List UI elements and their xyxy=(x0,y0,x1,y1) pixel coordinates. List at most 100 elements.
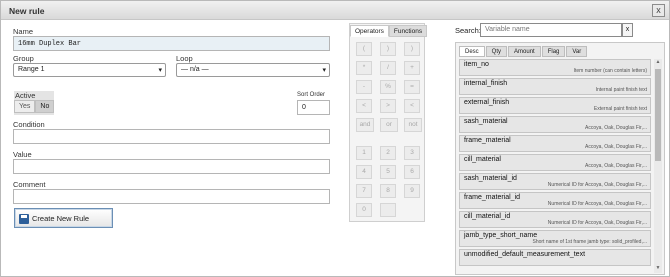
digit-button[interactable]: 8 xyxy=(380,184,396,198)
operator-button[interactable]: < xyxy=(356,99,372,113)
variable-name: frame_material xyxy=(464,137,511,144)
scroll-up-icon[interactable]: ▲ xyxy=(654,59,662,67)
variable-description: Item number (can contain letters) xyxy=(573,68,647,74)
operator-button[interactable]: > xyxy=(380,99,396,113)
digit-button[interactable] xyxy=(380,203,396,217)
search-clear-button[interactable]: x xyxy=(622,23,633,37)
operator-button[interactable]: % xyxy=(380,80,396,94)
tab-flag[interactable]: Flag xyxy=(541,46,566,57)
variable-item[interactable]: frame_material Accoya, Oak, Douglas Fir,.… xyxy=(459,135,651,152)
digit-button[interactable]: 6 xyxy=(404,165,420,179)
variable-list-scrollbar[interactable]: ▲ ▼ xyxy=(654,59,662,273)
name-field[interactable]: 16mm Duplex Bar xyxy=(13,36,330,51)
operator-button[interactable]: ( xyxy=(356,42,372,56)
variable-name: cill_material_id xyxy=(464,213,511,220)
tab-functions[interactable]: Functions xyxy=(388,25,428,37)
group-select-value: Range 1 xyxy=(18,66,45,73)
digit-button[interactable]: 9 xyxy=(404,184,420,198)
save-icon xyxy=(19,214,29,224)
scrollbar-thumb[interactable] xyxy=(655,69,661,161)
value-field[interactable] xyxy=(13,159,330,174)
active-toggle: Yes No xyxy=(14,100,55,113)
variable-description: Internal paint finish text xyxy=(595,87,647,93)
variable-description: Accoya, Oak, Douglas Fir,... xyxy=(585,163,647,169)
comment-label: Comment xyxy=(13,180,46,189)
variable-item[interactable]: cill_material_id Numerical ID for Accoya,… xyxy=(459,211,651,228)
group-label: Group xyxy=(13,54,34,63)
variable-item[interactable]: sash_material_id Numerical ID for Accoya,… xyxy=(459,173,651,190)
variable-description: Numerical ID for Accoya, Oak, Douglas Fi… xyxy=(547,220,647,226)
active-no-button[interactable]: No xyxy=(35,100,55,113)
operator-button[interactable]: < xyxy=(404,99,420,113)
dialog-titlebar[interactable]: New rule x xyxy=(1,1,669,20)
tab-operators[interactable]: Operators xyxy=(350,25,389,37)
logic-button[interactable]: and xyxy=(356,118,374,132)
operator-button[interactable]: ) xyxy=(404,42,420,56)
variable-item[interactable]: internal_finish Internal paint finish tex… xyxy=(459,78,651,95)
variable-item[interactable]: cill_material Accoya, Oak, Douglas Fir,..… xyxy=(459,154,651,171)
tab-var[interactable]: Var xyxy=(566,46,588,57)
chevron-down-icon: ▾ xyxy=(158,67,162,74)
variable-name: jamb_type_short_name xyxy=(464,232,538,239)
loop-select[interactable]: — n/a — ▾ xyxy=(176,63,330,77)
variable-name: internal_finish xyxy=(464,80,508,87)
search-label: Search: xyxy=(455,26,481,35)
logic-button[interactable]: not xyxy=(404,118,422,132)
tab-desc[interactable]: Desc xyxy=(459,46,485,57)
variable-description: Short name of 1st frame jamb type: solid… xyxy=(532,239,648,245)
digit-button[interactable]: 7 xyxy=(356,184,372,198)
logic-button[interactable]: or xyxy=(380,118,398,132)
sort-order-label: Sort Order xyxy=(297,92,326,98)
variable-description: External paint finish text xyxy=(593,106,647,112)
dialog-title: New rule xyxy=(9,6,45,16)
digit-button[interactable]: 1 xyxy=(356,146,372,160)
variable-name: external_finish xyxy=(464,99,510,106)
variable-name: frame_material_id xyxy=(464,194,521,201)
variable-item[interactable]: sash_material Accoya, Oak, Douglas Fir,..… xyxy=(459,116,651,133)
sort-order-field[interactable]: 0 xyxy=(297,100,330,115)
operator-button[interactable]: + xyxy=(404,61,420,75)
variable-item[interactable]: item_no Item number (can contain letters) xyxy=(459,59,651,76)
digit-button[interactable]: 4 xyxy=(356,165,372,179)
scroll-down-icon[interactable]: ▼ xyxy=(654,265,662,273)
digit-button[interactable]: 2 xyxy=(380,146,396,160)
close-icon[interactable]: x xyxy=(652,4,665,17)
variable-description: Numerical ID for Accoya, Oak, Douglas Fi… xyxy=(547,201,647,207)
name-label: Name xyxy=(13,27,34,36)
new-rule-dialog: New rule x Name 16mm Duplex Bar Group Ra… xyxy=(0,0,670,277)
value-label: Value xyxy=(13,150,32,159)
search-input[interactable]: Variable name xyxy=(480,23,622,37)
create-new-rule-button[interactable]: Create New Rule xyxy=(14,208,113,228)
active-label: Active xyxy=(15,91,36,100)
comment-field[interactable] xyxy=(13,189,330,204)
group-select[interactable]: Range 1 ▾ xyxy=(13,63,166,77)
variable-item[interactable]: frame_material_id Numerical ID for Accoya… xyxy=(459,192,651,209)
condition-field[interactable] xyxy=(13,129,330,144)
variable-name: sash_material xyxy=(464,118,508,125)
active-yes-button[interactable]: Yes xyxy=(14,100,36,113)
variable-description: Accoya, Oak, Douglas Fir,... xyxy=(585,125,647,131)
variable-name: sash_material_id xyxy=(464,175,517,182)
tab-qty[interactable]: Qty xyxy=(485,46,508,57)
variable-item[interactable]: jamb_type_short_name Short name of 1st fr… xyxy=(459,230,651,247)
operator-button[interactable]: * xyxy=(356,61,372,75)
variable-tabs: Desc Qty Amount Flag Var xyxy=(459,46,588,57)
variable-item[interactable]: unmodified_default_measurement_text xyxy=(459,249,651,266)
variable-item[interactable]: external_finish External paint finish tex… xyxy=(459,97,651,114)
variable-description: Accoya, Oak, Douglas Fir,... xyxy=(585,144,647,150)
operators-tabs: Operators Functions xyxy=(350,25,428,37)
variable-name: unmodified_default_measurement_text xyxy=(464,251,586,258)
create-new-rule-label: Create New Rule xyxy=(32,214,90,223)
loop-select-value: — n/a — xyxy=(181,66,209,73)
digit-button[interactable]: 0 xyxy=(356,203,372,217)
variable-name: item_no xyxy=(464,61,489,68)
digit-button[interactable]: 3 xyxy=(404,146,420,160)
operator-button[interactable]: / xyxy=(380,61,396,75)
variable-description: Numerical ID for Accoya, Oak, Douglas Fi… xyxy=(547,182,647,188)
tab-amount[interactable]: Amount xyxy=(508,46,541,57)
operator-button[interactable]: ) xyxy=(380,42,396,56)
condition-label: Condition xyxy=(13,120,45,129)
operator-button[interactable]: - xyxy=(356,80,372,94)
operator-button[interactable]: = xyxy=(404,80,420,94)
digit-button[interactable]: 5 xyxy=(380,165,396,179)
